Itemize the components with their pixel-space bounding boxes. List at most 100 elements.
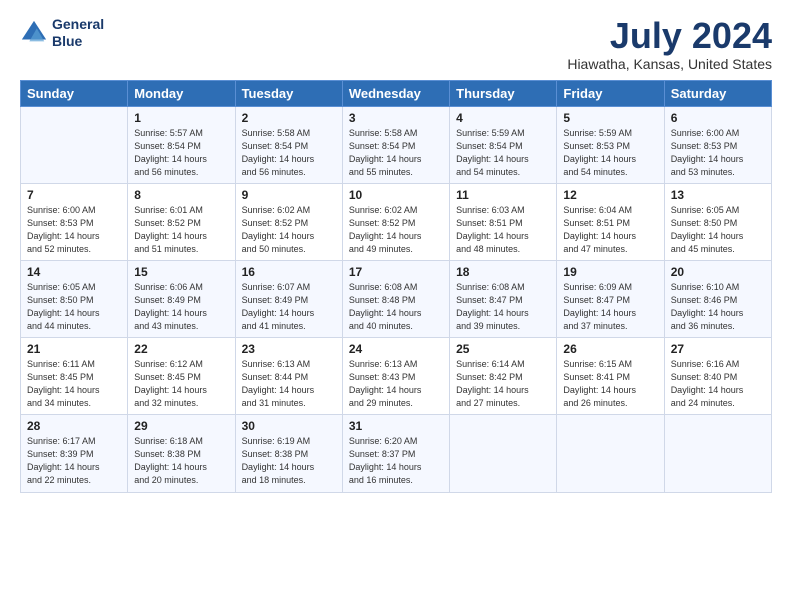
cell-info: Sunrise: 6:02 AM Sunset: 8:52 PM Dayligh… — [242, 204, 336, 256]
header: General Blue July 2024 Hiawatha, Kansas,… — [20, 16, 772, 72]
calendar-cell: 23 Sunrise: 6:13 AM Sunset: 8:44 PM Dayli… — [235, 338, 342, 415]
cell-info: Sunrise: 6:16 AM Sunset: 8:40 PM Dayligh… — [671, 358, 765, 410]
cell-date: 20 — [671, 265, 765, 279]
page: General Blue July 2024 Hiawatha, Kansas,… — [0, 0, 792, 612]
cell-info: Sunrise: 6:10 AM Sunset: 8:46 PM Dayligh… — [671, 281, 765, 333]
calendar-cell: 6 Sunrise: 6:00 AM Sunset: 8:53 PM Daylig… — [664, 106, 771, 183]
cell-info: Sunrise: 6:08 AM Sunset: 8:48 PM Dayligh… — [349, 281, 443, 333]
cell-info: Sunrise: 6:09 AM Sunset: 8:47 PM Dayligh… — [563, 281, 657, 333]
calendar-cell: 25Sunrise: 6:14 AM Sunset: 8:42 PM Dayli… — [450, 338, 557, 415]
main-title: July 2024 — [567, 16, 772, 56]
cell-info: Sunrise: 5:58 AM Sunset: 8:54 PM Dayligh… — [242, 127, 336, 179]
calendar-cell: 13Sunrise: 6:05 AM Sunset: 8:50 PM Dayli… — [664, 183, 771, 260]
cell-date: 8 — [134, 188, 228, 202]
cell-date: 17 — [349, 265, 443, 279]
cell-info: Sunrise: 5:58 AM Sunset: 8:54 PM Dayligh… — [349, 127, 443, 179]
column-header-wednesday: Wednesday — [342, 80, 449, 106]
calendar-table: SundayMondayTuesdayWednesdayThursdayFrid… — [20, 80, 772, 493]
cell-date: 10 — [349, 188, 443, 202]
cell-info: Sunrise: 6:18 AM Sunset: 8:38 PM Dayligh… — [134, 435, 228, 487]
calendar-cell: 18Sunrise: 6:08 AM Sunset: 8:47 PM Dayli… — [450, 260, 557, 337]
cell-date: 27 — [671, 342, 765, 356]
cell-info: Sunrise: 6:05 AM Sunset: 8:50 PM Dayligh… — [27, 281, 121, 333]
logo-icon — [20, 19, 48, 47]
calendar-cell: 3 Sunrise: 5:58 AM Sunset: 8:54 PM Daylig… — [342, 106, 449, 183]
calendar-cell: 22 Sunrise: 6:12 AM Sunset: 8:45 PM Dayli… — [128, 338, 235, 415]
logo-text: General Blue — [52, 16, 104, 50]
cell-date: 28 — [27, 419, 121, 433]
cell-date: 11 — [456, 188, 550, 202]
cell-date: 21 — [27, 342, 121, 356]
calendar-cell: 26 Sunrise: 6:15 AM Sunset: 8:41 PM Dayli… — [557, 338, 664, 415]
calendar-cell: 28 Sunrise: 6:17 AM Sunset: 8:39 PM Dayli… — [21, 415, 128, 492]
cell-date: 31 — [349, 419, 443, 433]
calendar-cell: 29 Sunrise: 6:18 AM Sunset: 8:38 PM Dayli… — [128, 415, 235, 492]
cell-date: 24 — [349, 342, 443, 356]
calendar-week-1: 1Sunrise: 5:57 AM Sunset: 8:54 PM Daylig… — [21, 106, 772, 183]
cell-info: Sunrise: 6:15 AM Sunset: 8:41 PM Dayligh… — [563, 358, 657, 410]
cell-date: 6 — [671, 111, 765, 125]
cell-date: 26 — [563, 342, 657, 356]
calendar-cell: 19Sunrise: 6:09 AM Sunset: 8:47 PM Dayli… — [557, 260, 664, 337]
column-header-friday: Friday — [557, 80, 664, 106]
calendar-cell: 4Sunrise: 5:59 AM Sunset: 8:54 PM Daylig… — [450, 106, 557, 183]
cell-date: 9 — [242, 188, 336, 202]
calendar-header: SundayMondayTuesdayWednesdayThursdayFrid… — [21, 80, 772, 106]
cell-date: 29 — [134, 419, 228, 433]
cell-info: Sunrise: 6:11 AM Sunset: 8:45 PM Dayligh… — [27, 358, 121, 410]
subtitle: Hiawatha, Kansas, United States — [567, 56, 772, 72]
cell-info: Sunrise: 6:19 AM Sunset: 8:38 PM Dayligh… — [242, 435, 336, 487]
cell-date: 14 — [27, 265, 121, 279]
calendar-cell: 14 Sunrise: 6:05 AM Sunset: 8:50 PM Dayli… — [21, 260, 128, 337]
calendar-cell: 16 Sunrise: 6:07 AM Sunset: 8:49 PM Dayli… — [235, 260, 342, 337]
cell-info: Sunrise: 6:12 AM Sunset: 8:45 PM Dayligh… — [134, 358, 228, 410]
cell-info: Sunrise: 5:59 AM Sunset: 8:53 PM Dayligh… — [563, 127, 657, 179]
cell-info: Sunrise: 5:59 AM Sunset: 8:54 PM Dayligh… — [456, 127, 550, 179]
column-header-tuesday: Tuesday — [235, 80, 342, 106]
cell-date: 5 — [563, 111, 657, 125]
calendar-cell: 27 Sunrise: 6:16 AM Sunset: 8:40 PM Dayli… — [664, 338, 771, 415]
calendar-cell: 9 Sunrise: 6:02 AM Sunset: 8:52 PM Daylig… — [235, 183, 342, 260]
cell-info: Sunrise: 6:00 AM Sunset: 8:53 PM Dayligh… — [671, 127, 765, 179]
title-block: July 2024 Hiawatha, Kansas, United State… — [567, 16, 772, 72]
calendar-cell: 31Sunrise: 6:20 AM Sunset: 8:37 PM Dayli… — [342, 415, 449, 492]
calendar-cell: 12Sunrise: 6:04 AM Sunset: 8:51 PM Dayli… — [557, 183, 664, 260]
calendar-cell: 20 Sunrise: 6:10 AM Sunset: 8:46 PM Dayli… — [664, 260, 771, 337]
cell-date: 3 — [349, 111, 443, 125]
calendar-cell: 11 Sunrise: 6:03 AM Sunset: 8:51 PM Dayli… — [450, 183, 557, 260]
cell-info: Sunrise: 6:17 AM Sunset: 8:39 PM Dayligh… — [27, 435, 121, 487]
cell-info: Sunrise: 6:01 AM Sunset: 8:52 PM Dayligh… — [134, 204, 228, 256]
cell-date: 25 — [456, 342, 550, 356]
calendar-cell — [557, 415, 664, 492]
calendar-week-4: 21 Sunrise: 6:11 AM Sunset: 8:45 PM Dayli… — [21, 338, 772, 415]
cell-info: Sunrise: 5:57 AM Sunset: 8:54 PM Dayligh… — [134, 127, 228, 179]
calendar-cell: 24 Sunrise: 6:13 AM Sunset: 8:43 PM Dayli… — [342, 338, 449, 415]
calendar-body: 1Sunrise: 5:57 AM Sunset: 8:54 PM Daylig… — [21, 106, 772, 492]
cell-date: 13 — [671, 188, 765, 202]
calendar-cell: 17 Sunrise: 6:08 AM Sunset: 8:48 PM Dayli… — [342, 260, 449, 337]
calendar-cell: 2 Sunrise: 5:58 AM Sunset: 8:54 PM Daylig… — [235, 106, 342, 183]
cell-info: Sunrise: 6:13 AM Sunset: 8:44 PM Dayligh… — [242, 358, 336, 410]
calendar-cell: 7 Sunrise: 6:00 AM Sunset: 8:53 PM Daylig… — [21, 183, 128, 260]
cell-date: 23 — [242, 342, 336, 356]
cell-info: Sunrise: 6:13 AM Sunset: 8:43 PM Dayligh… — [349, 358, 443, 410]
cell-info: Sunrise: 6:07 AM Sunset: 8:49 PM Dayligh… — [242, 281, 336, 333]
column-header-monday: Monday — [128, 80, 235, 106]
cell-info: Sunrise: 6:06 AM Sunset: 8:49 PM Dayligh… — [134, 281, 228, 333]
cell-info: Sunrise: 6:03 AM Sunset: 8:51 PM Dayligh… — [456, 204, 550, 256]
calendar-cell: 30Sunrise: 6:19 AM Sunset: 8:38 PM Dayli… — [235, 415, 342, 492]
calendar-cell — [450, 415, 557, 492]
cell-date: 7 — [27, 188, 121, 202]
cell-info: Sunrise: 6:02 AM Sunset: 8:52 PM Dayligh… — [349, 204, 443, 256]
cell-info: Sunrise: 6:00 AM Sunset: 8:53 PM Dayligh… — [27, 204, 121, 256]
logo: General Blue — [20, 16, 104, 50]
cell-date: 2 — [242, 111, 336, 125]
cell-date: 15 — [134, 265, 228, 279]
cell-date: 16 — [242, 265, 336, 279]
column-header-sunday: Sunday — [21, 80, 128, 106]
calendar-cell: 1Sunrise: 5:57 AM Sunset: 8:54 PM Daylig… — [128, 106, 235, 183]
calendar-cell — [664, 415, 771, 492]
calendar-cell — [21, 106, 128, 183]
cell-info: Sunrise: 6:08 AM Sunset: 8:47 PM Dayligh… — [456, 281, 550, 333]
cell-date: 22 — [134, 342, 228, 356]
